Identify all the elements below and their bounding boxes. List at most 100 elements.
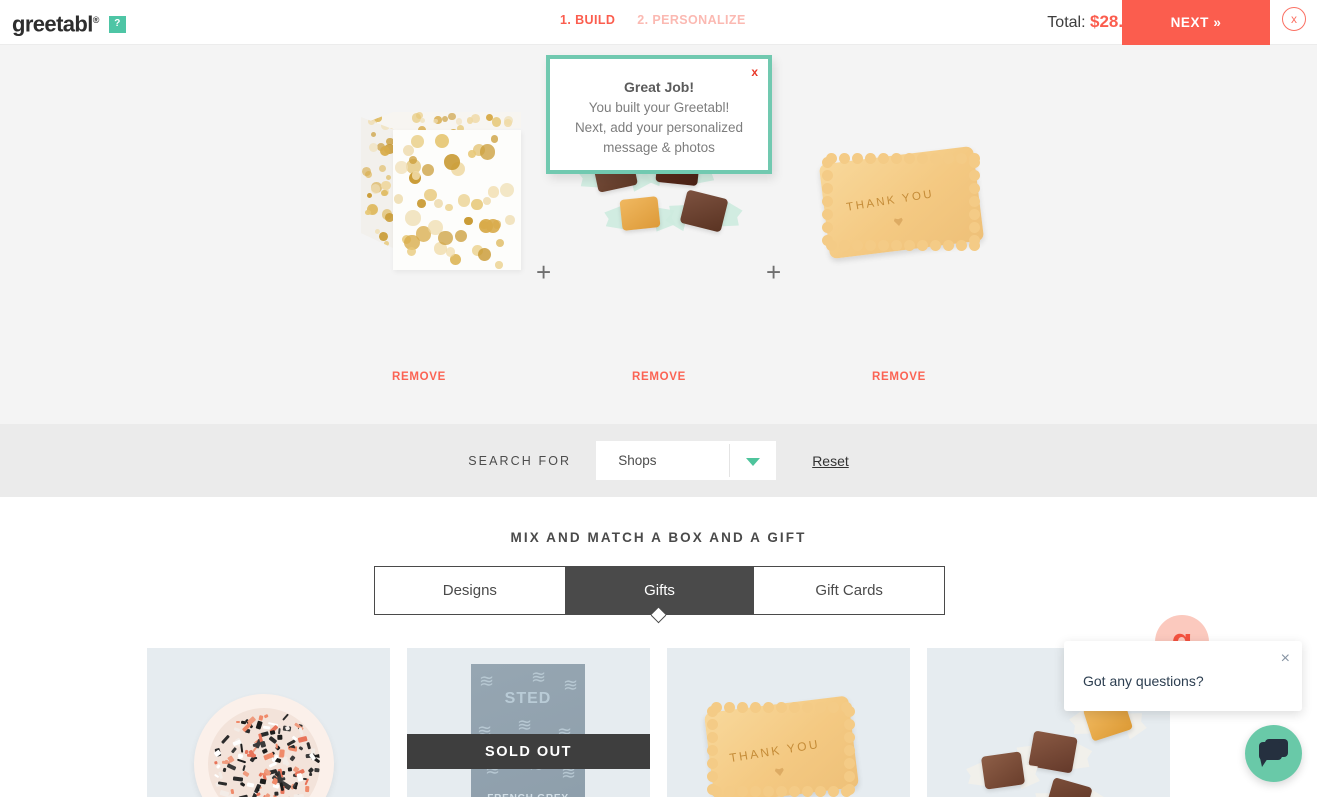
sprinkle — [277, 777, 283, 784]
speech-bubble-tail-icon — [1260, 758, 1268, 767]
cookie-edge — [916, 239, 929, 252]
step-nav: 1. BUILD 2. PERSONALIZE — [560, 13, 746, 27]
remove-gift-2-link[interactable]: REMOVE — [779, 371, 1019, 383]
toast-close-icon[interactable]: x — [751, 66, 758, 78]
wave-illustration: ≋ — [531, 667, 547, 687]
cookie-edge — [968, 239, 981, 252]
sprinkle — [255, 792, 261, 797]
thank-you-cookie-image: THANK YOU — [703, 695, 860, 797]
sprinkle — [218, 771, 224, 780]
candy-piece — [980, 751, 1026, 790]
cookie-edge — [942, 239, 955, 252]
cookie-edge — [827, 785, 840, 797]
sprinkle — [288, 747, 297, 752]
chat-launcher-button[interactable] — [1245, 725, 1302, 782]
product-card-cookie[interactable]: THANK YOU — [667, 648, 910, 797]
product-card-sprinkles[interactable] — [147, 648, 390, 797]
sprinkle — [269, 729, 275, 735]
builder-slot-gift-2[interactable]: THANK YOU REMOVE — [779, 45, 1019, 383]
close-builder-button[interactable]: x — [1282, 7, 1306, 31]
sprinkle — [268, 761, 278, 769]
sprinkles-bowl-image — [194, 694, 334, 797]
cookie-edge — [968, 182, 981, 195]
chocolate-flavor-name: FRENCH GREY SEA SALT — [471, 792, 585, 797]
sprinkle — [242, 770, 250, 778]
remove-gift-1-link[interactable]: REMOVE — [539, 371, 779, 383]
search-for-label: SEARCH FOR — [468, 453, 572, 468]
sprinkle — [299, 745, 305, 751]
sprinkle — [259, 778, 267, 785]
brand-logo[interactable]: greetabl® ? — [12, 8, 126, 36]
wave-illustration: ≋ — [479, 671, 495, 691]
tab-gift-cards[interactable]: Gift Cards — [754, 567, 945, 614]
sprinkle — [305, 741, 311, 750]
remove-box-link[interactable]: REMOVE — [299, 371, 539, 383]
sprinkle — [294, 793, 305, 797]
sprinkle — [261, 747, 268, 755]
sold-out-badge: SOLD OUT — [407, 734, 650, 769]
step-build[interactable]: 1. BUILD — [560, 13, 615, 27]
wave-illustration: ≋ — [517, 715, 533, 735]
sprinkle — [233, 776, 244, 782]
wave-illustration: ≋ — [563, 675, 579, 695]
sprinkle — [233, 726, 241, 732]
toast-line-3: message & photos — [603, 140, 715, 155]
toast-line-1: You built your Greetabl! — [588, 100, 730, 115]
sprinkle — [222, 767, 227, 773]
sprinkle — [281, 770, 286, 776]
box-side-face — [361, 117, 395, 249]
sprinkle — [237, 758, 247, 764]
registered-mark-icon: ® — [92, 15, 100, 25]
tab-designs[interactable]: Designs — [375, 567, 565, 614]
top-header: greetabl® ? 1. BUILD 2. PERSONALIZE Tota… — [0, 0, 1317, 45]
candy-piece — [1045, 777, 1093, 797]
cookie-edge — [955, 239, 968, 252]
product-grid: STED FRENCH GREY SEA SALT ≋≋≋≋≋≋≋≋≋≋≋≋ S… — [147, 648, 1170, 797]
cookie-edge — [929, 239, 942, 252]
cookie-edge — [843, 731, 856, 744]
sprinkle — [296, 773, 303, 783]
chevron-down-icon[interactable] — [746, 458, 761, 466]
sprinkle — [246, 782, 254, 788]
gold-dot-gift-box — [361, 112, 521, 272]
candy-piece — [679, 189, 729, 234]
total-label: Total: — [1047, 14, 1086, 31]
gift-tabs: Designs Gifts Gift Cards — [374, 566, 945, 615]
step-personalize[interactable]: 2. PERSONALIZE — [637, 13, 745, 27]
sprinkle — [230, 746, 237, 754]
search-category-select[interactable]: Shops — [596, 441, 777, 480]
cookie-edge — [903, 239, 916, 252]
reset-link[interactable]: Reset — [812, 453, 849, 469]
sprinkle — [281, 713, 290, 722]
help-badge[interactable]: ? — [108, 15, 126, 33]
sprinkle — [273, 791, 279, 796]
cookie-edge — [968, 169, 981, 182]
sprinkle — [308, 773, 313, 777]
bowl-contents — [208, 708, 320, 797]
sprinkle — [252, 756, 258, 760]
cookie-edge — [814, 785, 827, 797]
builder-slot-box[interactable]: REMOVE — [299, 45, 539, 383]
chat-message-bubble[interactable]: × Got any questions? — [1064, 641, 1302, 711]
thank-you-cookie: THANK YOU — [818, 145, 985, 260]
tab-gifts[interactable]: Gifts — [564, 567, 755, 614]
sprinkle — [255, 720, 263, 730]
sprinkle — [235, 721, 241, 724]
product-card-chocolate[interactable]: STED FRENCH GREY SEA SALT ≋≋≋≋≋≋≋≋≋≋≋≋ S… — [407, 648, 650, 797]
sprinkle — [215, 764, 222, 770]
candy-piece — [619, 196, 661, 232]
search-bar: SEARCH FOR Shops Reset — [0, 424, 1317, 497]
sprinkle — [260, 731, 270, 738]
sprinkle — [276, 734, 283, 740]
cookie-edge — [801, 785, 814, 797]
caramel-candies-image — [987, 696, 1162, 797]
cookie-edge — [840, 785, 853, 797]
close-icon[interactable]: × — [1281, 651, 1290, 667]
cookie-edge — [788, 785, 801, 797]
next-button[interactable]: NEXT » — [1122, 0, 1270, 45]
sprinkle — [277, 728, 282, 735]
sprinkle — [263, 714, 269, 719]
sprinkle — [288, 766, 293, 772]
search-category-value: Shops — [618, 453, 657, 468]
sprinkle — [262, 725, 270, 730]
